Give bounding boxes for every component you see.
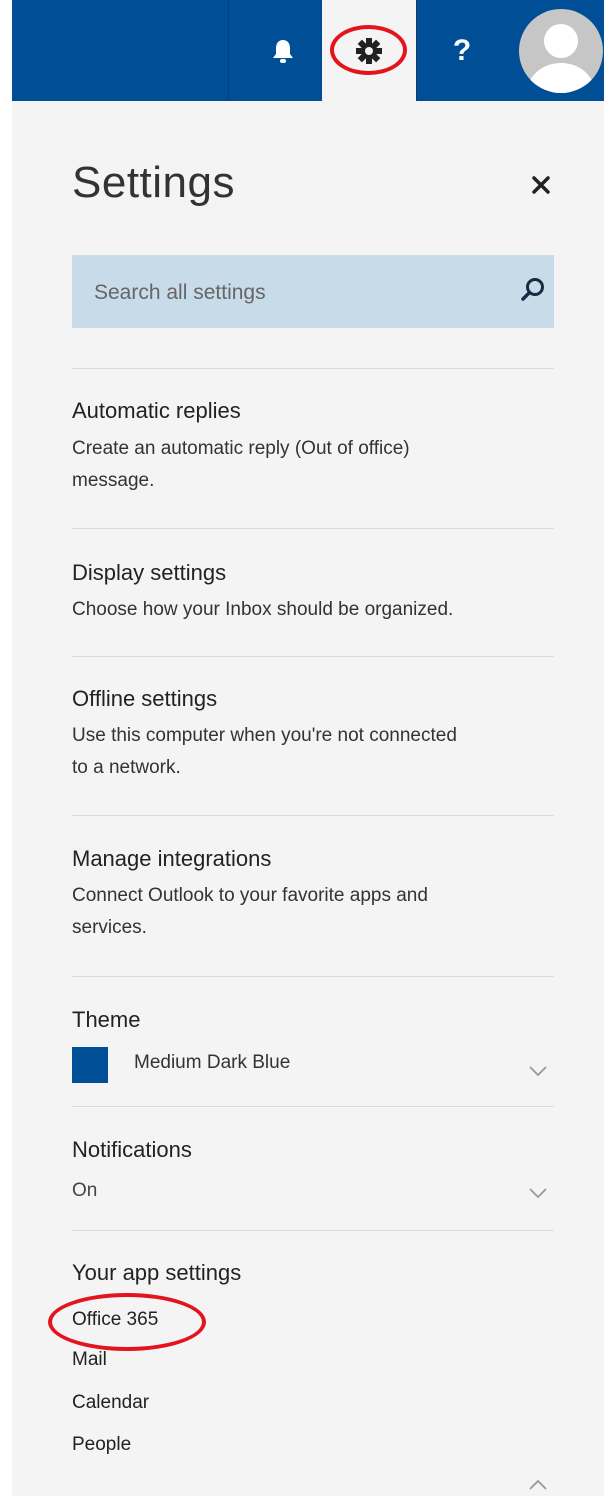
account-avatar-button[interactable] bbox=[517, 0, 604, 101]
chevron-down-icon bbox=[529, 1188, 547, 1199]
item-description: Connect Outlook to your favorite apps an… bbox=[72, 885, 428, 906]
close-icon[interactable] bbox=[528, 172, 554, 198]
search-input[interactable] bbox=[92, 255, 496, 330]
item-description: services. bbox=[72, 917, 147, 938]
separator bbox=[228, 0, 229, 101]
search-box bbox=[72, 255, 554, 330]
item-description: Choose how your Inbox should be organize… bbox=[72, 599, 454, 620]
divider bbox=[72, 1230, 554, 1231]
theme-label: Theme bbox=[72, 1007, 141, 1032]
item-title: Automatic replies bbox=[72, 398, 241, 423]
search-icon[interactable] bbox=[520, 277, 546, 303]
divider bbox=[72, 368, 554, 369]
help-icon: ? bbox=[452, 33, 472, 67]
app-link-calendar[interactable]: Calendar bbox=[72, 1392, 149, 1414]
divider bbox=[72, 815, 554, 816]
annotation-circle-gear bbox=[330, 25, 407, 75]
avatar bbox=[518, 8, 603, 93]
help-button[interactable]: ? bbox=[417, 0, 507, 101]
app-link-mail[interactable]: Mail bbox=[72, 1349, 107, 1371]
annotation-circle-office-365 bbox=[48, 1293, 206, 1351]
divider bbox=[72, 528, 554, 529]
chevron-down-icon bbox=[529, 1066, 547, 1077]
notifications-value: On bbox=[72, 1180, 98, 1201]
item-description: Create an automatic reply (Out of office… bbox=[72, 438, 410, 459]
notifications-label: Notifications bbox=[72, 1137, 192, 1162]
item-title: Manage integrations bbox=[72, 846, 272, 871]
divider bbox=[72, 976, 554, 977]
notifications-button[interactable] bbox=[238, 0, 328, 101]
item-description: to a network. bbox=[72, 757, 181, 778]
theme-swatch bbox=[72, 1047, 108, 1083]
item-description: message. bbox=[72, 470, 155, 491]
divider bbox=[72, 1106, 554, 1107]
app-settings-heading: Your app settings bbox=[72, 1260, 242, 1285]
chevron-up-icon[interactable] bbox=[528, 1478, 548, 1492]
divider bbox=[72, 656, 554, 657]
app-link-people[interactable]: People bbox=[72, 1434, 131, 1456]
item-title: Offline settings bbox=[72, 686, 218, 711]
item-title: Display settings bbox=[72, 560, 227, 585]
bell-icon bbox=[273, 39, 293, 63]
top-navigation-bar: ? bbox=[12, 0, 604, 101]
item-description: Use this computer when you're not connec… bbox=[72, 725, 457, 746]
settings-title: Settings bbox=[72, 158, 235, 207]
theme-value: Medium Dark Blue bbox=[134, 1052, 291, 1073]
